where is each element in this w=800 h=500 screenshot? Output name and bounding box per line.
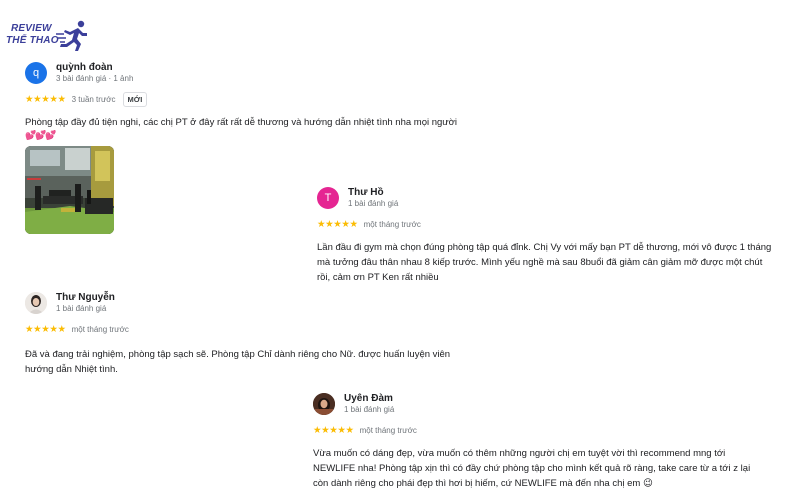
runner-icon	[56, 20, 87, 51]
avatar-letter: q	[32, 67, 40, 79]
review-card: q quỳnh đoàn 3 bài đánh giá · 1 ảnh ★★★★…	[25, 62, 485, 140]
review-time: một tháng trước	[71, 324, 129, 334]
avatar[interactable]: T	[317, 187, 339, 209]
avatar-letter: T	[324, 192, 332, 204]
profile-photo-icon	[25, 292, 47, 314]
review-text: Phòng tập đầy đủ tiện nghi, các chị PT ở…	[25, 117, 457, 128]
gym-interior-photo[interactable]	[25, 146, 114, 234]
reviewer-meta: 1 bài đánh giá	[56, 304, 107, 313]
star-rating: ★★★★★	[313, 424, 354, 436]
reviewer-name[interactable]: Thư Hồ	[348, 187, 384, 198]
review-card: Uyên Đàm 1 bài đánh giá ★★★★★ một tháng …	[313, 393, 773, 491]
reviewer-name[interactable]: quỳnh đoàn	[56, 62, 113, 73]
reviewer-meta: 1 bài đánh giá	[348, 199, 399, 208]
review-text: Vừa muốn có dáng đẹp, vừa muốn có thêm n…	[313, 448, 751, 489]
avatar[interactable]	[313, 393, 335, 415]
avatar[interactable]	[25, 292, 47, 314]
reviewer-meta: 1 bài đánh giá	[344, 405, 395, 414]
review-time: một tháng trước	[363, 219, 421, 229]
reviewer-name[interactable]: Uyên Đàm	[344, 393, 393, 404]
review-time: một tháng trước	[359, 425, 417, 435]
new-badge: MỚI	[122, 91, 148, 107]
logo-line1: REVIEW	[11, 23, 52, 34]
hearts-emoji: 💕💕💕	[25, 130, 57, 140]
avatar[interactable]: q	[25, 62, 47, 84]
review-text: Đã và đang trải nghiệm, phòng tập sạch s…	[25, 349, 451, 375]
star-rating: ★★★★★	[25, 323, 66, 335]
star-rating: ★★★★★	[25, 93, 66, 105]
star-rating: ★★★★★	[317, 218, 358, 230]
review-text: Lần đầu đi gym mà chọn đúng phòng tập qu…	[317, 242, 772, 283]
review-time: 3 tuần trước	[71, 94, 116, 104]
profile-photo-icon	[313, 393, 335, 415]
reviewer-name[interactable]: Thư Nguyễn	[56, 292, 115, 303]
review-card: T Thư Hồ 1 bài đánh giá ★★★★★ một tháng …	[317, 187, 777, 285]
logo-line2: THỂ THAO	[6, 35, 59, 46]
reviewer-meta: 3 bài đánh giá · 1 ảnh	[56, 74, 134, 83]
review-the-thao-logo: REVIEW THỂ THAO	[6, 20, 90, 54]
review-card: Thư Nguyễn 1 bài đánh giá ★★★★★ một thán…	[25, 292, 480, 377]
gym-photo-image	[25, 146, 114, 234]
